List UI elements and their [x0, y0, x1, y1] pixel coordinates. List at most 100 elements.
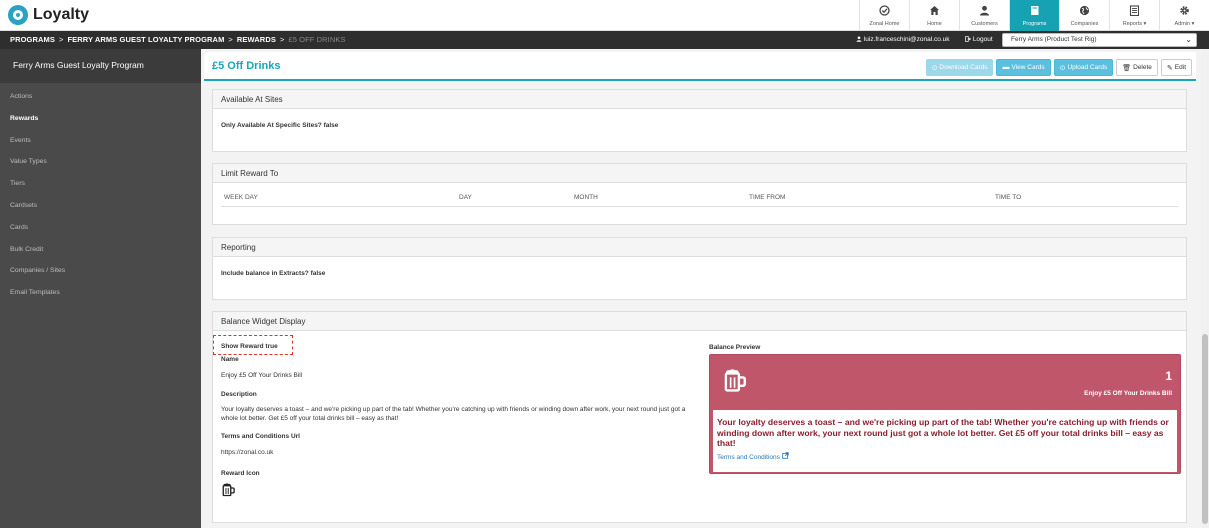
nav-label: Reports ▾: [1122, 20, 1147, 27]
trash-icon: 🗑: [1122, 64, 1132, 72]
site-select[interactable]: Ferry Arms (Product Test Rig) ⌄: [1002, 33, 1197, 47]
sidebar-item-actions[interactable]: Actions: [0, 89, 201, 111]
report-icon: [1129, 4, 1140, 18]
external-link-icon: [781, 451, 789, 459]
top-navbar: Loyalty Zonal Home Home Customers Progra…: [0, 0, 1209, 31]
breadcrumb-current: £5 OFF DRINKS: [288, 35, 346, 44]
nav-reports[interactable]: Reports ▾: [1109, 0, 1159, 31]
scrollbar-thumb[interactable]: [1202, 334, 1208, 524]
sidebar-item-events[interactable]: Events: [0, 133, 201, 155]
page-header: £5 Off Drinks ⊙ Download Cards ▬ View Ca…: [204, 52, 1196, 81]
edit-label: Edit: [1174, 64, 1186, 71]
sidebar-item-value-types[interactable]: Value Types: [0, 154, 201, 176]
sidebar-item-bulk-credit[interactable]: Bulk Credit: [0, 242, 201, 264]
highlight-annotation: [213, 335, 293, 355]
preview-body: Your loyalty deserves a toast – and we'r…: [713, 410, 1177, 472]
breadcrumb-separator: >: [228, 35, 233, 44]
column-time-from: TIME FROM: [749, 194, 786, 201]
breadcrumb-program[interactable]: FERRY ARMS GUEST LOYALTY PROGRAM: [67, 35, 224, 44]
page-actions: ⊙ Download Cards ▬ View Cards ⊙ Upload C…: [925, 59, 1192, 76]
logout-icon: [965, 36, 971, 42]
cog-icon: [1179, 5, 1190, 18]
site-select-value: Ferry Arms (Product Test Rig): [1011, 36, 1097, 43]
breadcrumb-separator: >: [279, 35, 285, 44]
logout-label: Logout: [972, 36, 993, 43]
nav-label: Customers: [971, 20, 998, 27]
sidebar-item-rewards[interactable]: Rewards: [0, 111, 201, 133]
limit-reward-table-header: WEEK DAY DAY MONTH TIME FROM TIME TO: [221, 183, 1178, 207]
name-value: Enjoy £5 Off Your Drinks Bill: [221, 372, 303, 379]
terms-link-label: Terms and Conditions: [717, 453, 780, 461]
reporting-panel: Reporting Include balance in Extracts? f…: [212, 237, 1187, 300]
nav-label: Programs: [1022, 20, 1047, 27]
breadcrumb-separator: >: [58, 35, 64, 44]
nav-customers[interactable]: Customers: [959, 0, 1009, 31]
breadcrumb-programs[interactable]: PROGRAMS: [10, 35, 55, 44]
download-cards-button[interactable]: ⊙ Download Cards: [925, 59, 994, 76]
balance-preview-card: 1 Enjoy £5 Off Your Drinks Bill Your loy…: [709, 354, 1181, 474]
name-label: Name: [221, 356, 239, 363]
terms-url-label: Terms and Conditions Url: [221, 433, 300, 440]
view-cards-button[interactable]: ▬ View Cards: [996, 59, 1051, 76]
download-cards-label: Download Cards: [939, 64, 988, 71]
available-at-sites-panel: Available At Sites Only Available At Spe…: [212, 89, 1187, 152]
main-content: £5 Off Drinks ⊙ Download Cards ▬ View Ca…: [201, 49, 1201, 528]
globe-icon: [1079, 5, 1090, 18]
download-icon: ⊙: [931, 64, 938, 72]
available-at-sites-text: Only Available At Specific Sites? false: [221, 122, 339, 129]
nav-zonal-home[interactable]: Zonal Home: [859, 0, 909, 31]
user-icon: [979, 5, 990, 18]
user-icon: [856, 36, 862, 42]
sidebar-item-cardsets[interactable]: Cardsets: [0, 198, 201, 220]
dashboard-check-icon: [879, 4, 890, 18]
description-label: Description: [221, 391, 257, 398]
breadcrumb: PROGRAMS > FERRY ARMS GUEST LOYALTY PROGRA…: [10, 35, 346, 44]
main-nav: Zonal Home Home Customers Programs Compa…: [859, 0, 1209, 31]
delete-button[interactable]: 🗑 Delete: [1116, 59, 1158, 76]
nav-label: Admin ▾: [1174, 20, 1195, 27]
terms-and-conditions-link[interactable]: Terms and Conditions: [717, 451, 1173, 461]
brand[interactable]: Loyalty: [8, 5, 89, 25]
app-title: Loyalty: [33, 6, 90, 23]
sidebar-item-tiers[interactable]: Tiers: [0, 176, 201, 198]
upload-cards-button[interactable]: ⊙ Upload Cards: [1053, 59, 1114, 76]
nav-companies[interactable]: Companies: [1059, 0, 1109, 31]
preview-description: Your loyalty deserves a toast – and we'r…: [717, 417, 1169, 448]
reward-icon-label: Reward Icon: [221, 470, 260, 477]
preview-count: 1: [1165, 369, 1172, 383]
panel-heading: Reporting: [213, 238, 1186, 257]
beer-mug-icon: [221, 482, 691, 499]
upload-icon: ⊙: [1059, 64, 1066, 72]
panel-heading: Available At Sites: [213, 90, 1186, 109]
card-icon: ▬: [1002, 64, 1010, 71]
nav-home[interactable]: Home: [909, 0, 959, 31]
breadcrumb-rewards[interactable]: REWARDS: [237, 35, 276, 44]
book-icon: [1029, 5, 1040, 18]
home-icon: [929, 5, 940, 18]
terms-url-value: https://zonal.co.uk: [221, 449, 274, 456]
beer-mug-icon: [722, 367, 748, 395]
breadcrumb-bar: PROGRAMS > FERRY ARMS GUEST LOYALTY PROGRA…: [0, 31, 1209, 49]
description-value: Your loyalty deserves a toast – and we'r…: [221, 406, 686, 422]
balance-preview-label: Balance Preview: [709, 344, 761, 351]
nav-label: Zonal Home: [869, 20, 900, 27]
balance-widget-details: Show Reward true Name Enjoy £5 Off Your …: [221, 332, 691, 499]
balance-widget-panel: Balance Widget Display Show Reward true …: [212, 311, 1187, 523]
sidebar-menu: Actions Rewards Events Value Types Tiers…: [0, 83, 201, 307]
logout-link[interactable]: Logout: [965, 36, 993, 43]
edit-button[interactable]: ✎ Edit: [1160, 59, 1192, 76]
user-account[interactable]: luiz.franceschini@zonal.co.uk: [856, 36, 950, 43]
nav-admin[interactable]: Admin ▾: [1159, 0, 1209, 31]
page-scrollbar[interactable]: [1201, 49, 1209, 528]
sidebar-item-companies-sites[interactable]: Companies / Sites: [0, 263, 201, 285]
chevron-down-icon: ⌄: [1185, 35, 1192, 44]
panel-heading: Limit Reward To: [213, 164, 1186, 183]
sidebar-item-email-templates[interactable]: Email Templates: [0, 285, 201, 307]
view-cards-label: View Cards: [1011, 64, 1045, 71]
sidebar-item-cards[interactable]: Cards: [0, 220, 201, 242]
pencil-icon: ✎: [1166, 64, 1173, 72]
nav-programs[interactable]: Programs: [1009, 0, 1059, 31]
page-title: £5 Off Drinks: [212, 60, 281, 72]
column-day: DAY: [459, 194, 472, 201]
sidebar: Ferry Arms Guest Loyalty Program Actions…: [0, 49, 201, 528]
